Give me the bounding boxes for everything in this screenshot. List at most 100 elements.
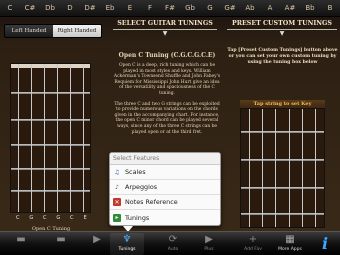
header-bar: Left Handed Right Handed SELECT GUITAR T… bbox=[0, 17, 340, 47]
info-icon[interactable]: i bbox=[319, 236, 331, 252]
grid-icon: ▦ bbox=[285, 234, 295, 245]
add-fav-label: Add Fav bbox=[244, 247, 262, 252]
plus-label: Plus bbox=[204, 247, 214, 252]
tuning-paragraph-1: Open C is a deep, rich tuning which can … bbox=[113, 63, 221, 96]
string-note-labels: C G C G C E bbox=[11, 215, 92, 221]
guitar-string[interactable] bbox=[275, 109, 276, 227]
auto-button[interactable]: ⟳ Auto bbox=[156, 233, 190, 255]
plus-button[interactable]: ▶ Plus bbox=[192, 233, 226, 255]
guitar-string bbox=[18, 64, 19, 212]
tuning-title: Open C Tuning (C.G.C.G.C.E) bbox=[118, 52, 216, 59]
guitar-string[interactable] bbox=[289, 109, 290, 227]
key-a-flat[interactable]: Ab bbox=[240, 4, 260, 12]
key-g-sharp[interactable]: G# bbox=[220, 4, 240, 12]
tunings-tab-label: Tunings bbox=[118, 247, 136, 252]
guitar-string[interactable] bbox=[315, 109, 316, 227]
key-b-flat[interactable]: Bb bbox=[300, 4, 320, 12]
string-note: G bbox=[29, 215, 34, 221]
toolbar-blank-1: ▬ bbox=[4, 233, 38, 255]
key-f-sharp[interactable]: F# bbox=[160, 4, 180, 12]
key-c[interactable]: C bbox=[0, 4, 20, 12]
string-note: C bbox=[70, 215, 74, 221]
feature-label: Notes Reference bbox=[125, 198, 178, 206]
fretboard-nut bbox=[11, 64, 90, 68]
feature-label: Tunings bbox=[125, 213, 150, 222]
preset-custom-tunings-label: PRESET CUSTOM TUNINGS bbox=[232, 20, 332, 27]
more-apps-button[interactable]: ▦ More Apps bbox=[273, 233, 307, 255]
play-button[interactable]: ▶ bbox=[80, 233, 114, 255]
auto-icon: ⟳ bbox=[168, 234, 178, 245]
key-a-sharp[interactable]: A# bbox=[280, 4, 300, 12]
fret bbox=[241, 187, 324, 189]
arpeggio-icon: ♪ bbox=[115, 183, 119, 191]
string-note: E bbox=[83, 215, 87, 221]
key-d[interactable]: D bbox=[60, 4, 80, 12]
bottom-toolbar: ▬ ▬ ▶ ♆ Tunings ⟳ Auto ▶ Plus + Add Fav … bbox=[0, 231, 340, 255]
key-d-sharp[interactable]: D# bbox=[80, 4, 100, 12]
guitar-string bbox=[70, 64, 71, 212]
guitar-string[interactable] bbox=[249, 109, 250, 227]
string-note: C bbox=[43, 215, 47, 221]
select-guitar-tunings-label: SELECT GUITAR TUNINGS bbox=[117, 20, 213, 27]
auto-label: Auto bbox=[167, 247, 179, 252]
key-b[interactable]: B bbox=[320, 4, 340, 12]
feature-arpeggios[interactable]: ♪ Arpeggios bbox=[110, 180, 220, 195]
guitar-string bbox=[31, 64, 32, 212]
custom-tuning-fretboard[interactable] bbox=[240, 108, 325, 228]
key-f[interactable]: F bbox=[140, 4, 160, 12]
key-e-flat[interactable]: Eb bbox=[100, 4, 120, 12]
more-apps-label: More Apps bbox=[278, 247, 302, 252]
fret bbox=[241, 213, 324, 215]
guitar-string[interactable] bbox=[302, 109, 303, 227]
fret bbox=[11, 190, 90, 192]
notes-reference-icon: ✕ bbox=[113, 198, 121, 206]
key-g-flat[interactable]: Gb bbox=[180, 4, 200, 12]
fret bbox=[11, 119, 90, 121]
key-e[interactable]: E bbox=[120, 4, 140, 12]
guitar-string bbox=[57, 64, 58, 212]
key-g[interactable]: G bbox=[200, 4, 220, 12]
feature-notes-reference[interactable]: ✕ Notes Reference bbox=[110, 195, 220, 210]
preset-custom-tunings-button[interactable]: PRESET CUSTOM TUNINGS ▼ bbox=[227, 20, 337, 37]
tunings-tab[interactable]: ♆ Tunings bbox=[110, 233, 144, 255]
fret bbox=[11, 168, 90, 170]
toolbar-blank-2: ▬ bbox=[44, 233, 78, 255]
string-note: C bbox=[16, 215, 20, 221]
fret bbox=[11, 144, 90, 146]
guitar-string bbox=[44, 64, 45, 212]
key-a[interactable]: A bbox=[260, 4, 280, 12]
key-selector-bar: C C# Db D D# Eb E F F# Gb G G# Ab A A# B… bbox=[0, 0, 340, 17]
preset-help-text: Tap [Preset Custom Tunings] button above… bbox=[227, 48, 338, 65]
plus-icon: ▶ bbox=[205, 234, 213, 245]
music-note-icon: ♫ bbox=[114, 168, 120, 176]
chevron-down-icon: ▼ bbox=[162, 30, 168, 37]
fret bbox=[241, 131, 324, 133]
left-fretboard[interactable] bbox=[10, 63, 91, 213]
feature-label: Arpeggios bbox=[125, 183, 158, 191]
blank-icon: ▬ bbox=[56, 234, 66, 245]
tuning-fork-icon: ♆ bbox=[122, 234, 132, 245]
right-handed-button[interactable]: Right Handed bbox=[53, 25, 101, 37]
guitar-string bbox=[83, 64, 84, 212]
handedness-toggle: Left Handed Right Handed bbox=[4, 24, 102, 38]
popover-title: Select Features bbox=[110, 153, 220, 165]
fret bbox=[11, 92, 90, 94]
feature-scales[interactable]: ♫ Scales bbox=[110, 165, 220, 180]
feature-label: Scales bbox=[125, 168, 146, 176]
select-guitar-tunings-button[interactable]: SELECT GUITAR TUNINGS ▼ bbox=[113, 20, 217, 37]
blank-icon: ▬ bbox=[16, 234, 26, 245]
add-fav-button[interactable]: + Add Fav bbox=[236, 233, 270, 255]
tuning-paragraph-2: The three C and two G strings can be exp… bbox=[114, 101, 220, 135]
add-favorite-icon: + bbox=[248, 234, 258, 245]
left-handed-button[interactable]: Left Handed bbox=[5, 25, 53, 37]
key-d-flat[interactable]: Db bbox=[40, 4, 60, 12]
string-note: G bbox=[56, 215, 61, 221]
guitar-string[interactable] bbox=[262, 109, 263, 227]
key-c-sharp[interactable]: C# bbox=[20, 4, 40, 12]
chevron-down-icon: ▼ bbox=[279, 30, 285, 37]
feature-tunings[interactable]: ▸ Tunings bbox=[110, 210, 220, 225]
tunings-icon: ▸ bbox=[113, 213, 121, 222]
fret bbox=[241, 159, 324, 161]
select-features-popover: Select Features ♫ Scales ♪ Arpeggios ✕ N… bbox=[109, 152, 221, 226]
play-icon: ▶ bbox=[93, 234, 101, 245]
